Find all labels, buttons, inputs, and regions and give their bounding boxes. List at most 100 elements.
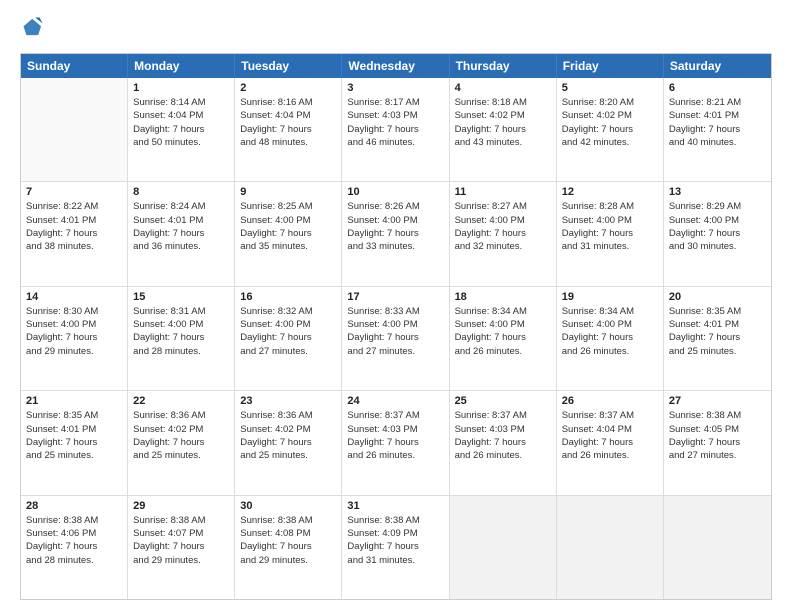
calendar-week-1: 1 Sunrise: 8:14 AM Sunset: 4:04 PM Daylig… (21, 78, 771, 182)
day-info: Sunrise: 8:38 AM Sunset: 4:09 PM Dayligh… (347, 514, 443, 567)
day-info: Sunrise: 8:28 AM Sunset: 4:00 PM Dayligh… (562, 200, 658, 253)
day-cell-26: 26 Sunrise: 8:37 AM Sunset: 4:04 PM Dayli… (557, 391, 664, 494)
header-day-saturday: Saturday (664, 54, 771, 78)
day-cell-2: 2 Sunrise: 8:16 AM Sunset: 4:04 PM Daylig… (235, 78, 342, 181)
day-cell-15: 15 Sunrise: 8:31 AM Sunset: 4:00 PM Dayli… (128, 287, 235, 390)
day-info: Sunrise: 8:38 AM Sunset: 4:05 PM Dayligh… (669, 409, 766, 462)
day-number: 4 (455, 82, 551, 94)
day-cell-28: 28 Sunrise: 8:38 AM Sunset: 4:06 PM Dayli… (21, 496, 128, 599)
day-info: Sunrise: 8:37 AM Sunset: 4:03 PM Dayligh… (455, 409, 551, 462)
day-cell-10: 10 Sunrise: 8:26 AM Sunset: 4:00 PM Dayli… (342, 182, 449, 285)
day-number: 16 (240, 291, 336, 303)
day-cell-21: 21 Sunrise: 8:35 AM Sunset: 4:01 PM Dayli… (21, 391, 128, 494)
day-number: 26 (562, 395, 658, 407)
day-cell-3: 3 Sunrise: 8:17 AM Sunset: 4:03 PM Daylig… (342, 78, 449, 181)
header (20, 16, 772, 43)
day-info: Sunrise: 8:34 AM Sunset: 4:00 PM Dayligh… (455, 305, 551, 358)
day-info: Sunrise: 8:36 AM Sunset: 4:02 PM Dayligh… (240, 409, 336, 462)
day-cell-24: 24 Sunrise: 8:37 AM Sunset: 4:03 PM Dayli… (342, 391, 449, 494)
logo-icon (22, 16, 44, 38)
day-cell-12: 12 Sunrise: 8:28 AM Sunset: 4:00 PM Dayli… (557, 182, 664, 285)
calendar-header: SundayMondayTuesdayWednesdayThursdayFrid… (21, 54, 771, 78)
day-number: 24 (347, 395, 443, 407)
day-info: Sunrise: 8:18 AM Sunset: 4:02 PM Dayligh… (455, 96, 551, 149)
day-cell-1: 1 Sunrise: 8:14 AM Sunset: 4:04 PM Daylig… (128, 78, 235, 181)
day-number: 17 (347, 291, 443, 303)
day-number: 7 (26, 186, 122, 198)
day-cell-11: 11 Sunrise: 8:27 AM Sunset: 4:00 PM Dayli… (450, 182, 557, 285)
empty-cell (450, 496, 557, 599)
day-number: 28 (26, 500, 122, 512)
day-number: 3 (347, 82, 443, 94)
day-number: 27 (669, 395, 766, 407)
calendar-week-5: 28 Sunrise: 8:38 AM Sunset: 4:06 PM Dayli… (21, 496, 771, 599)
day-number: 23 (240, 395, 336, 407)
day-number: 8 (133, 186, 229, 198)
calendar-week-3: 14 Sunrise: 8:30 AM Sunset: 4:00 PM Dayli… (21, 287, 771, 391)
page: SundayMondayTuesdayWednesdayThursdayFrid… (0, 0, 792, 612)
calendar-week-2: 7 Sunrise: 8:22 AM Sunset: 4:01 PM Daylig… (21, 182, 771, 286)
empty-cell (664, 496, 771, 599)
day-number: 6 (669, 82, 766, 94)
day-info: Sunrise: 8:35 AM Sunset: 4:01 PM Dayligh… (669, 305, 766, 358)
day-number: 19 (562, 291, 658, 303)
day-info: Sunrise: 8:35 AM Sunset: 4:01 PM Dayligh… (26, 409, 122, 462)
day-number: 12 (562, 186, 658, 198)
day-number: 10 (347, 186, 443, 198)
day-number: 20 (669, 291, 766, 303)
day-info: Sunrise: 8:21 AM Sunset: 4:01 PM Dayligh… (669, 96, 766, 149)
day-cell-6: 6 Sunrise: 8:21 AM Sunset: 4:01 PM Daylig… (664, 78, 771, 181)
day-info: Sunrise: 8:31 AM Sunset: 4:00 PM Dayligh… (133, 305, 229, 358)
calendar: SundayMondayTuesdayWednesdayThursdayFrid… (20, 53, 772, 600)
day-cell-25: 25Sunrise: 8:37 AM Sunset: 4:03 PM Dayli… (450, 391, 557, 494)
day-cell-7: 7 Sunrise: 8:22 AM Sunset: 4:01 PM Daylig… (21, 182, 128, 285)
day-number: 11 (455, 186, 551, 198)
day-number: 14 (26, 291, 122, 303)
calendar-body: 1 Sunrise: 8:14 AM Sunset: 4:04 PM Daylig… (21, 78, 771, 599)
header-day-friday: Friday (557, 54, 664, 78)
day-number: 13 (669, 186, 766, 198)
day-info: Sunrise: 8:37 AM Sunset: 4:04 PM Dayligh… (562, 409, 658, 462)
day-number: 22 (133, 395, 229, 407)
day-number: 1 (133, 82, 229, 94)
day-number: 15 (133, 291, 229, 303)
day-info: Sunrise: 8:20 AM Sunset: 4:02 PM Dayligh… (562, 96, 658, 149)
header-day-wednesday: Wednesday (342, 54, 449, 78)
day-cell-8: 8 Sunrise: 8:24 AM Sunset: 4:01 PM Daylig… (128, 182, 235, 285)
day-cell-29: 29 Sunrise: 8:38 AM Sunset: 4:07 PM Dayli… (128, 496, 235, 599)
day-info: Sunrise: 8:36 AM Sunset: 4:02 PM Dayligh… (133, 409, 229, 462)
empty-cell (557, 496, 664, 599)
day-number: 21 (26, 395, 122, 407)
header-day-thursday: Thursday (450, 54, 557, 78)
day-number: 9 (240, 186, 336, 198)
day-info: Sunrise: 8:29 AM Sunset: 4:00 PM Dayligh… (669, 200, 766, 253)
header-day-sunday: Sunday (21, 54, 128, 78)
day-number: 2 (240, 82, 336, 94)
day-info: Sunrise: 8:22 AM Sunset: 4:01 PM Dayligh… (26, 200, 122, 253)
day-info: Sunrise: 8:30 AM Sunset: 4:00 PM Dayligh… (26, 305, 122, 358)
day-info: Sunrise: 8:38 AM Sunset: 4:06 PM Dayligh… (26, 514, 122, 567)
logo (20, 16, 44, 43)
day-info: Sunrise: 8:38 AM Sunset: 4:07 PM Dayligh… (133, 514, 229, 567)
day-info: Sunrise: 8:38 AM Sunset: 4:08 PM Dayligh… (240, 514, 336, 567)
day-number: 29 (133, 500, 229, 512)
day-info: Sunrise: 8:34 AM Sunset: 4:00 PM Dayligh… (562, 305, 658, 358)
day-cell-22: 22 Sunrise: 8:36 AM Sunset: 4:02 PM Dayli… (128, 391, 235, 494)
header-day-monday: Monday (128, 54, 235, 78)
day-info: Sunrise: 8:24 AM Sunset: 4:01 PM Dayligh… (133, 200, 229, 253)
day-info: Sunrise: 8:37 AM Sunset: 4:03 PM Dayligh… (347, 409, 443, 462)
day-cell-16: 16 Sunrise: 8:32 AM Sunset: 4:00 PM Dayli… (235, 287, 342, 390)
header-day-tuesday: Tuesday (235, 54, 342, 78)
day-cell-31: 31Sunrise: 8:38 AM Sunset: 4:09 PM Dayli… (342, 496, 449, 599)
calendar-week-4: 21 Sunrise: 8:35 AM Sunset: 4:01 PM Dayli… (21, 391, 771, 495)
day-cell-19: 19 Sunrise: 8:34 AM Sunset: 4:00 PM Dayli… (557, 287, 664, 390)
day-info: Sunrise: 8:27 AM Sunset: 4:00 PM Dayligh… (455, 200, 551, 253)
day-info: Sunrise: 8:32 AM Sunset: 4:00 PM Dayligh… (240, 305, 336, 358)
day-info: Sunrise: 8:17 AM Sunset: 4:03 PM Dayligh… (347, 96, 443, 149)
day-info: Sunrise: 8:26 AM Sunset: 4:00 PM Dayligh… (347, 200, 443, 253)
day-info: Sunrise: 8:25 AM Sunset: 4:00 PM Dayligh… (240, 200, 336, 253)
day-info: Sunrise: 8:16 AM Sunset: 4:04 PM Dayligh… (240, 96, 336, 149)
day-cell-5: 5 Sunrise: 8:20 AM Sunset: 4:02 PM Daylig… (557, 78, 664, 181)
day-number: 5 (562, 82, 658, 94)
day-info: Sunrise: 8:14 AM Sunset: 4:04 PM Dayligh… (133, 96, 229, 149)
